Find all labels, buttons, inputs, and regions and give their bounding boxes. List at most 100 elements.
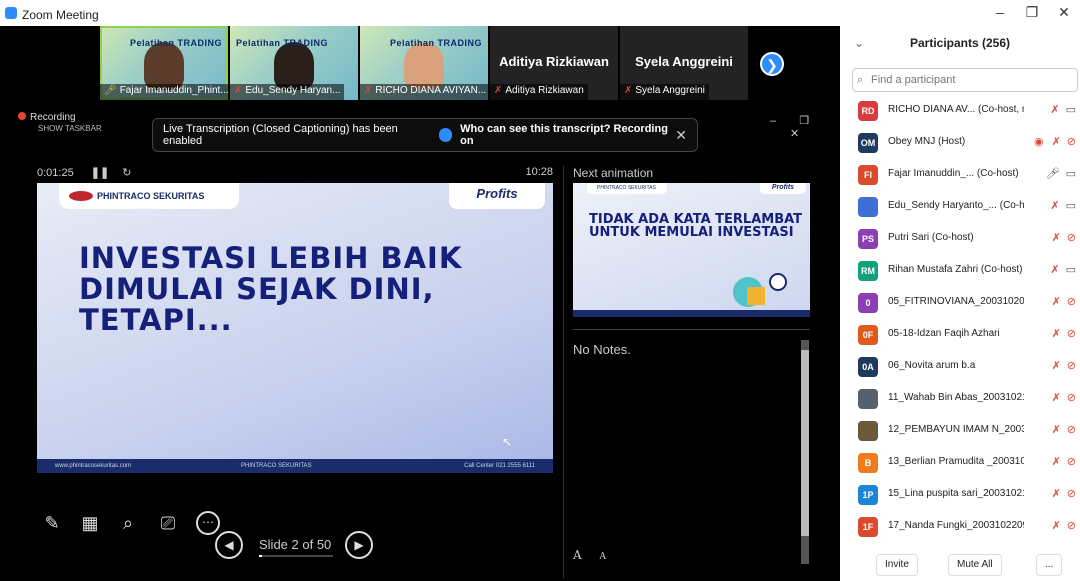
mic-muted-icon[interactable]: ✗ xyxy=(1050,264,1059,276)
participant-status: ✗ ⊘ xyxy=(1020,231,1076,244)
decrease-font-button[interactable]: A xyxy=(600,552,607,562)
participant-status: ✗ ⊘ xyxy=(1020,487,1076,500)
mic-muted-icon[interactable]: ✗ xyxy=(1052,520,1061,532)
mute-all-button[interactable]: Mute All xyxy=(948,554,1002,576)
participant-search-input[interactable]: ⌕ Find a participant xyxy=(852,68,1078,92)
gallery-next-button[interactable]: ❯ xyxy=(760,52,784,76)
camera-off-icon[interactable]: ⊘ xyxy=(1067,392,1076,404)
scrollbar-thumb[interactable] xyxy=(801,350,809,536)
mouse-cursor-icon: ↖ xyxy=(502,435,513,449)
notes-scrollbar[interactable] xyxy=(801,340,809,564)
participant-row[interactable]: 0 05_FITRINOVIANA_2003102033 ✗ ⊘ xyxy=(840,288,1080,318)
mic-muted-icon[interactable]: ✗ xyxy=(1052,456,1061,468)
camera-off-icon[interactable]: ⊘ xyxy=(1067,488,1076,500)
presenter-timer-row: 0:01:25 ❚❚ ↻ 10:28 xyxy=(37,166,553,179)
tile-namebar: ✗ RICHO DIANA AVIYAN... xyxy=(360,84,488,100)
show-taskbar-button[interactable]: SHOW TASKBAR xyxy=(38,124,102,133)
close-banner-button[interactable]: ✕ xyxy=(675,127,687,144)
more-options-button[interactable]: ... xyxy=(1036,554,1063,576)
camera-off-icon[interactable]: ⊘ xyxy=(1067,360,1076,372)
share-minimize-button[interactable]: – xyxy=(770,115,776,127)
pen-icon[interactable]: ✎ xyxy=(40,511,64,535)
mic-muted-icon[interactable]: ✗ xyxy=(1050,200,1059,212)
caption-banner: Live Transcription (Closed Captioning) h… xyxy=(152,118,698,152)
participant-tile[interactable]: Syela Anggreini ✗ Syela Anggreini xyxy=(620,26,748,100)
slide-counter: Slide 2 of 50 xyxy=(259,537,332,552)
participant-row[interactable]: RM Rihan Mustafa Zahri (Co-host) ✗ ▭ xyxy=(840,256,1080,286)
next-slide-button[interactable]: ▶ xyxy=(345,531,373,559)
tile-namebar: ✗ Syela Anggreini xyxy=(620,84,709,100)
share-close-button[interactable]: ✕ xyxy=(790,128,799,140)
next-brand-left: PHINTRACO SEKURITAS xyxy=(587,183,667,194)
participant-row[interactable]: 0A 06_Novita arum b.a ✗ ⊘ xyxy=(840,352,1080,382)
participant-row[interactable]: 12_PEMBAYUN IMAM N_20031...✗⊘ xyxy=(840,416,1080,446)
participant-name: 12_PEMBAYUN IMAM N_20031... xyxy=(888,424,1024,435)
participant-row[interactable]: RDRICHO DIANA AV... (Co-host, me)✗▭ xyxy=(840,96,1080,126)
screen-icon[interactable]: ⎚ xyxy=(156,511,180,535)
participant-tile[interactable]: Pelatihan TRADING ✗ Edu_Sendy Haryan... xyxy=(230,26,358,100)
camera-off-icon[interactable]: ⊘ xyxy=(1067,296,1076,308)
participant-row[interactable]: 0F 05-18-Idzan Faqih Azhari ✗ ⊘ xyxy=(840,320,1080,350)
previous-slide-button[interactable]: ◀ xyxy=(215,531,243,559)
mic-muted-icon[interactable]: ✗ xyxy=(1052,328,1061,340)
mic-muted-icon[interactable]: ✗ xyxy=(1052,392,1061,404)
panel-divider[interactable] xyxy=(563,166,564,578)
participant-name: Edu_Sendy Haryanto_... (Co-host) xyxy=(888,200,1024,211)
transcript-visibility-link[interactable]: Who can see this transcript? Recording o… xyxy=(460,123,675,147)
camera-on-icon[interactable]: ▭ xyxy=(1066,264,1076,276)
participant-status: ✗ ⊘ xyxy=(1020,327,1076,340)
pause-icon[interactable]: ❚❚ xyxy=(91,167,109,179)
participants-title: Participants (256) xyxy=(909,36,1011,50)
mic-muted-icon[interactable]: ✗ xyxy=(1052,360,1061,372)
camera-off-icon[interactable]: ⊘ xyxy=(1067,136,1076,148)
maximize-button[interactable]: ❐ xyxy=(1017,4,1047,21)
minimize-button[interactable]: – xyxy=(985,4,1015,20)
participant-row[interactable]: 11_Wahab Bin Abas_2003102100 ✗ ⊘ xyxy=(840,384,1080,414)
participant-row[interactable]: B13_Berlian Pramudita _2003102...✗⊘ xyxy=(840,448,1080,478)
mic-muted-icon[interactable]: ✗ xyxy=(1052,424,1061,436)
participant-row[interactable]: Edu_Sendy Haryanto_... (Co-host) ✗ ▭ xyxy=(840,192,1080,222)
participant-row[interactable]: FI Fajar Imanuddin_... (Co-host) 🎤︎ ▭ xyxy=(840,160,1080,190)
share-window-controls: – ❐ ✕ xyxy=(770,114,840,140)
next-slide-preview[interactable]: PHINTRACO SEKURITAS Profits TIDAK ADA KA… xyxy=(573,183,810,317)
next-slide-headline: TIDAK ADA KATA TERLAMBAT UNTUK MEMULAI I… xyxy=(589,212,803,240)
mic-muted-icon[interactable]: ✗ xyxy=(1052,232,1061,244)
camera-on-icon[interactable]: ▭ xyxy=(1066,168,1076,180)
camera-on-icon[interactable]: ▭ xyxy=(1066,104,1076,116)
camera-off-icon[interactable]: ⊘ xyxy=(1067,520,1076,532)
slide-headline: INVESTASI LEBIH BAIK DIMULAI SEJAK DINI,… xyxy=(79,241,463,337)
participant-name: Obey MNJ (Host) xyxy=(888,136,966,147)
participant-tile[interactable]: Pelatihan TRADING 🎤︎ Fajar Imanuddin_Phin… xyxy=(100,26,228,100)
participant-tile[interactable]: Aditiya Rizkiawan ✗ Aditiya Rizkiawan xyxy=(490,26,618,100)
camera-off-icon[interactable]: ⊘ xyxy=(1067,456,1076,468)
magnifier-icon[interactable]: ⌕ xyxy=(116,511,140,535)
participant-row[interactable]: PS Putri Sari (Co-host) ✗ ⊘ xyxy=(840,224,1080,254)
mic-muted-icon[interactable]: ✗ xyxy=(1052,488,1061,500)
participant-row[interactable]: 1F 17_Nanda Fungki_2003102209 ✗ ⊘ xyxy=(840,512,1080,542)
participant-row[interactable]: 1P 15_Lina puspita sari_2003102175 ✗ ⊘ xyxy=(840,480,1080,510)
participants-panel: ⌄ Participants (256) ⌕ Find a participan… xyxy=(840,26,1080,581)
collapse-chevron-icon[interactable]: ⌄ xyxy=(854,26,864,60)
participant-name: Fajar Imanuddin_... (Co-host) xyxy=(888,168,1019,179)
reset-icon[interactable]: ↻ xyxy=(122,167,131,179)
camera-off-icon[interactable]: ⊘ xyxy=(1067,424,1076,436)
participant-row[interactable]: OM Obey MNJ (Host) ◉ ✗ ⊘ xyxy=(840,128,1080,158)
mic-muted-icon[interactable]: ✗ xyxy=(1050,104,1059,116)
grid-icon[interactable]: ▦ xyxy=(78,511,102,535)
mic-muted-icon[interactable]: ✗ xyxy=(1052,296,1061,308)
camera-on-icon[interactable]: ▭ xyxy=(1066,200,1076,212)
participant-tile[interactable]: Pelatihan TRADING ✗ RICHO DIANA AVIYAN... xyxy=(360,26,488,100)
share-restore-button[interactable]: ❐ xyxy=(799,115,809,127)
close-window-button[interactable]: ✕ xyxy=(1049,4,1079,21)
increase-font-button[interactable]: A xyxy=(573,548,582,562)
camera-off-icon[interactable]: ⊘ xyxy=(1067,328,1076,340)
mic-muted-icon[interactable]: ✗ xyxy=(1052,136,1061,148)
tile-name: RICHO DIANA AVIYAN... xyxy=(375,85,487,96)
slide-progress-fill xyxy=(259,555,262,557)
invite-button[interactable]: Invite xyxy=(876,554,918,576)
chevron-right-icon: ❯ xyxy=(766,57,778,73)
tile-display-name: Syela Anggreini xyxy=(635,54,733,69)
camera-off-icon[interactable]: ⊘ xyxy=(1067,232,1076,244)
mic-on-icon[interactable]: 🎤︎ xyxy=(1046,168,1060,180)
participant-status: ✗ ⊘ xyxy=(1020,423,1076,436)
